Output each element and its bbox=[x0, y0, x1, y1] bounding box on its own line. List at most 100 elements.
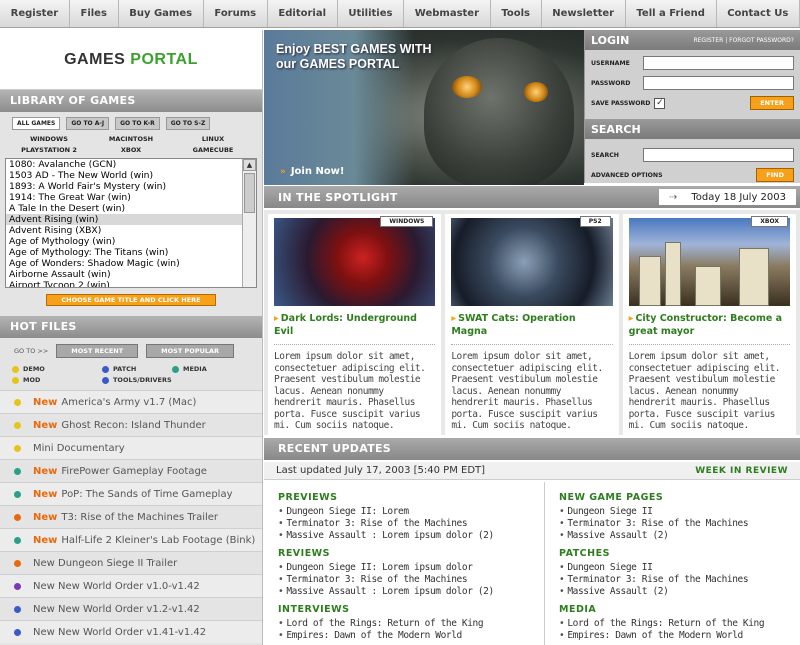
game-list-scrollbar[interactable]: ▲ bbox=[242, 159, 256, 287]
nav-newsletter[interactable]: Newsletter bbox=[542, 0, 626, 27]
spotlight-card[interactable]: XBOX ▸ City Constructor: Become a great m… bbox=[622, 214, 796, 435]
spotlight-card[interactable]: PS2 ▸ SWAT Cats: Operation Magna Lorem ip… bbox=[445, 214, 619, 435]
update-item[interactable]: • Terminator 3: Rise of the Machines bbox=[559, 518, 790, 530]
update-item[interactable]: • Terminator 3: Rise of the Machines bbox=[278, 574, 534, 586]
hot-file-row[interactable]: New Half-Life 2 Kleiner's Lab Footage (Bi… bbox=[0, 528, 262, 551]
hot-file-title[interactable]: New New World Order v1.0-v1.42 bbox=[33, 581, 200, 592]
update-item[interactable]: • Empires: Dawn of the Modern World bbox=[278, 630, 534, 642]
game-list-item[interactable]: A Tale In the Desert (win) bbox=[6, 203, 256, 214]
game-list-item[interactable]: Age of Wonders: Shadow Magic (win) bbox=[6, 258, 256, 269]
nav-buy-games[interactable]: Buy Games bbox=[119, 0, 204, 27]
legend-mod[interactable]: MOD bbox=[12, 376, 102, 384]
city-constructor-image[interactable] bbox=[628, 218, 790, 306]
spotlight-title-link[interactable]: ▸ Dark Lords: Underground Evil bbox=[274, 312, 435, 338]
spotlight-card[interactable]: WINDOWS ▸ Dark Lords: Underground Evil Lo… bbox=[268, 214, 442, 435]
update-item[interactable]: • Massive Assault : Lorem ipsum dolor (2) bbox=[278, 530, 534, 542]
scroll-thumb[interactable] bbox=[244, 173, 255, 213]
choose-game-button[interactable]: CHOOSE GAME TITLE AND CLICK HERE bbox=[46, 294, 216, 306]
hot-file-row[interactable]: New T3: Rise of the Machines Trailer bbox=[0, 505, 262, 528]
game-list-item[interactable]: 1914: The Great War (win) bbox=[6, 192, 256, 203]
spotlight-title-link[interactable]: ▸ SWAT Cats: Operation Magna bbox=[451, 312, 612, 338]
platform-windows[interactable]: WINDOWS bbox=[8, 135, 90, 143]
legend-patch[interactable]: PATCH bbox=[102, 365, 172, 373]
update-item[interactable]: • Dungeon Siege II bbox=[559, 506, 790, 518]
filter-s-z[interactable]: GO TO S-Z bbox=[165, 117, 211, 130]
nav-forums[interactable]: Forums bbox=[204, 0, 268, 27]
hot-file-row[interactable]: New America's Army v1.7 (Mac) bbox=[0, 390, 262, 413]
platform-playstation2[interactable]: PLAYSTATION 2 bbox=[8, 146, 90, 154]
nav-webmaster[interactable]: Webmaster bbox=[404, 0, 491, 27]
spotlight-title-link[interactable]: ▸ City Constructor: Become a great mayor bbox=[629, 312, 790, 338]
advanced-options-link[interactable]: ADVANCED OPTIONS bbox=[591, 172, 663, 179]
scroll-up-icon[interactable]: ▲ bbox=[243, 159, 256, 171]
update-item[interactable]: • Empires: Dawn of the Modern World bbox=[559, 630, 790, 642]
search-input[interactable] bbox=[643, 148, 794, 162]
hot-file-row[interactable]: Mini Documentary bbox=[0, 436, 262, 459]
nav-files[interactable]: Files bbox=[70, 0, 119, 27]
game-list-item[interactable]: Age of Mythology: The Titans (win) bbox=[6, 247, 256, 258]
hot-file-row[interactable]: New New World Order v1.41-v1.42 bbox=[0, 620, 262, 643]
swat-cats-image[interactable] bbox=[451, 218, 613, 306]
update-item[interactable]: • Terminator 3: Rise of the Machines bbox=[559, 574, 790, 586]
nav-editorial[interactable]: Editorial bbox=[268, 0, 338, 27]
platform-gamecube[interactable]: GAMECUBE bbox=[172, 146, 254, 154]
most-recent-button[interactable]: MOST RECENT bbox=[56, 344, 139, 358]
hot-file-title[interactable]: New New World Order v1.41-v1.42 bbox=[33, 627, 206, 638]
filter-a-j[interactable]: GO TO A-J bbox=[66, 117, 110, 130]
hot-file-title[interactable]: Ghost Recon: Island Thunder bbox=[61, 420, 205, 431]
nav-register[interactable]: Register bbox=[0, 0, 70, 27]
hot-file-title[interactable]: New Dungeon Siege II Trailer bbox=[33, 558, 177, 569]
save-password-checkbox[interactable]: ✓ bbox=[654, 97, 666, 109]
game-list-item[interactable]: Age of Mythology (win) bbox=[6, 236, 256, 247]
game-list-item[interactable]: 1893: A World Fair's Mystery (win) bbox=[6, 181, 256, 192]
hot-file-row[interactable]: New Dungeon Siege II Trailer bbox=[0, 551, 262, 574]
hot-file-row[interactable]: New New World Order v1.0-v1.42 bbox=[0, 574, 262, 597]
hot-file-title[interactable]: FirePower Gameplay Footage bbox=[61, 466, 207, 477]
register-forgot-links[interactable]: REGISTER | FORGOT PASSWORD? bbox=[693, 37, 794, 44]
platform-linux[interactable]: LINUX bbox=[172, 135, 254, 143]
hot-file-title[interactable]: Mini Documentary bbox=[33, 443, 125, 454]
enter-button[interactable]: ENTER bbox=[750, 96, 794, 110]
hot-file-title[interactable]: Half-Life 2 Kleiner's Lab Footage (Bink) bbox=[61, 535, 255, 546]
hot-file-title[interactable]: PoP: The Sands of Time Gameplay bbox=[61, 489, 232, 500]
legend-media[interactable]: MEDIA bbox=[172, 365, 242, 373]
filter-k-r[interactable]: GO TO K-R bbox=[115, 117, 160, 130]
dark-lords-image[interactable] bbox=[274, 218, 436, 306]
update-item[interactable]: • Lord of the Rings: Return of the King bbox=[278, 618, 534, 630]
update-item[interactable]: • Lord of the Rings: Return of the King bbox=[559, 618, 790, 630]
hot-file-row[interactable]: New FirePower Gameplay Footage bbox=[0, 459, 262, 482]
update-item[interactable]: • Terminator 3: Rise of the Machines bbox=[278, 518, 534, 530]
hot-file-title[interactable]: America's Army v1.7 (Mac) bbox=[61, 397, 196, 408]
update-item[interactable]: • Dungeon Siege II bbox=[559, 562, 790, 574]
password-field[interactable] bbox=[643, 76, 794, 90]
site-logo[interactable]: GAMES PORTAL bbox=[0, 30, 262, 90]
nav-utilities[interactable]: Utilities bbox=[338, 0, 405, 27]
platform-macintosh[interactable]: MACINTOSH bbox=[90, 135, 172, 143]
username-field[interactable] bbox=[643, 56, 794, 70]
nav-tools[interactable]: Tools bbox=[491, 0, 542, 27]
game-list-item-selected[interactable]: Advent Rising (win) bbox=[6, 214, 256, 225]
hot-file-title[interactable]: New New World Order v1.2-v1.42 bbox=[33, 604, 200, 615]
find-button[interactable]: FIND bbox=[756, 168, 794, 182]
week-in-review-link[interactable]: WEEK IN REVIEW bbox=[695, 466, 788, 476]
filter-all-games[interactable]: ALL GAMES bbox=[12, 117, 61, 130]
game-list-item[interactable]: Advent Rising (XBX) bbox=[6, 225, 256, 236]
game-list-item[interactable]: Airborne Assault (win) bbox=[6, 269, 256, 280]
update-item[interactable]: • Dungeon Siege II: Lorem bbox=[278, 506, 534, 518]
hot-file-row[interactable]: New PoP: The Sands of Time Gameplay bbox=[0, 482, 262, 505]
nav-tell-a-friend[interactable]: Tell a Friend bbox=[626, 0, 717, 27]
update-item[interactable]: • Massive Assault (2) bbox=[559, 586, 790, 598]
game-list-box[interactable]: 1080: Avalanche (GCN) 1503 AD - The New … bbox=[5, 158, 257, 288]
game-list-item[interactable]: Airport Tycoon 2 (win) bbox=[6, 280, 256, 287]
game-list-item[interactable]: 1080: Avalanche (GCN) bbox=[6, 159, 256, 170]
update-item[interactable]: • Massive Assault (2) bbox=[559, 530, 790, 542]
update-item[interactable]: • Dungeon Siege II: Lorem ipsum dolor bbox=[278, 562, 534, 574]
hot-file-row[interactable]: New Ghost Recon: Island Thunder bbox=[0, 413, 262, 436]
hot-file-row[interactable]: New New World Order v1.2-v1.42 bbox=[0, 597, 262, 620]
update-item[interactable]: • Massive Assault : Lorem ipsum dolor (2) bbox=[278, 586, 534, 598]
join-now-link[interactable]: » Join Now! bbox=[280, 166, 345, 177]
hero-banner[interactable]: Enjoy BEST GAMES WITH our GAMES PORTAL »… bbox=[264, 30, 584, 185]
hot-file-title[interactable]: T3: Rise of the Machines Trailer bbox=[61, 512, 218, 523]
game-list-item[interactable]: 1503 AD - The New World (win) bbox=[6, 170, 256, 181]
platform-xbox[interactable]: XBOX bbox=[90, 146, 172, 154]
